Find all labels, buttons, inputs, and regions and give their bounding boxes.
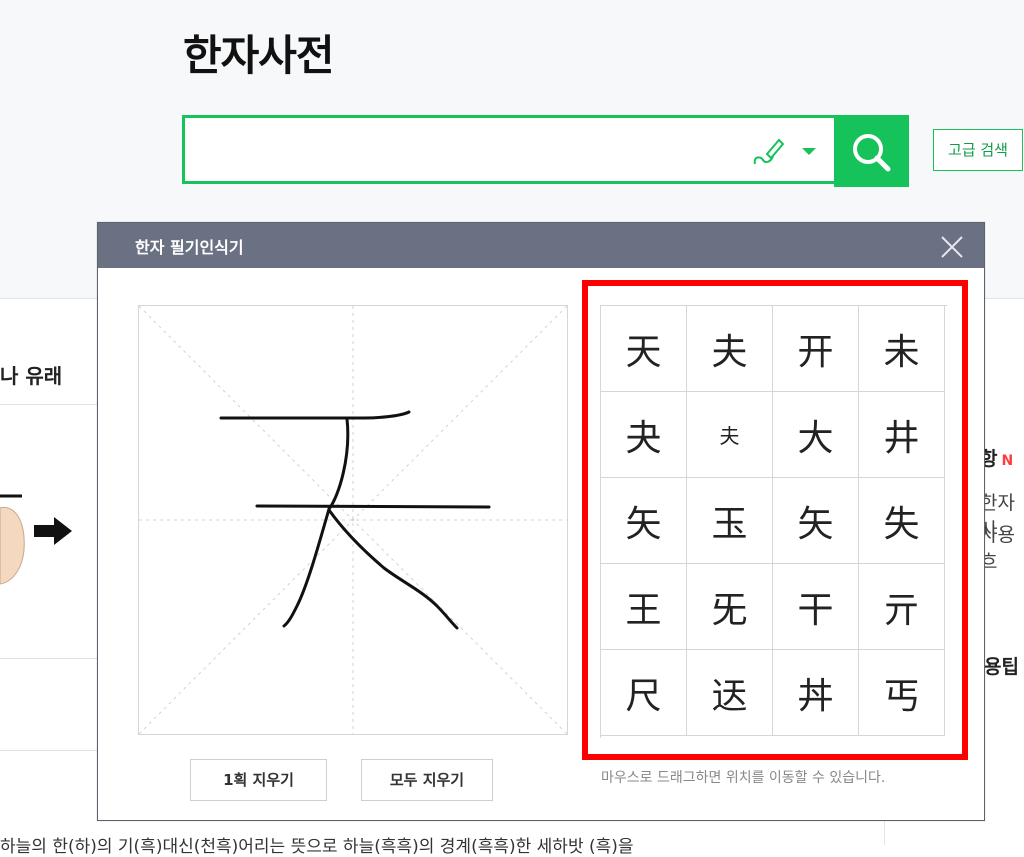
candidate-cell[interactable]: 亓 xyxy=(859,564,945,650)
erase-all-button[interactable]: 모두 지우기 xyxy=(361,759,493,801)
chevron-down-icon[interactable] xyxy=(802,148,816,155)
candidate-cell[interactable]: 迗 xyxy=(687,650,773,736)
dialog-title: 한자 필기인식기 xyxy=(135,238,244,257)
candidate-cell[interactable]: 大 xyxy=(773,392,859,478)
candidate-grid: 天 夫 开 未 夬 夫 大 井 矢 玉 矢 失 王 旡 干 亓 尺 迗 丼 丐 xyxy=(600,305,947,738)
search-box[interactable] xyxy=(182,115,834,184)
candidate-cell[interactable]: 矢 xyxy=(773,478,859,564)
dialog-header[interactable]: 한자 필기인식기 xyxy=(98,223,984,268)
candidate-cell[interactable]: 夬 xyxy=(601,392,687,478)
handwriting-canvas[interactable] xyxy=(138,305,568,735)
sidebar-text: 사용흐 xyxy=(980,524,1015,573)
candidate-cell[interactable]: 开 xyxy=(773,306,859,392)
candidate-cell[interactable]: 天 xyxy=(601,306,687,392)
handwriting-pen-icon[interactable] xyxy=(751,134,787,168)
erase-stroke-button[interactable]: 1획 지우기 xyxy=(190,759,327,801)
candidate-cell[interactable]: 丐 xyxy=(859,650,945,736)
candidate-cell[interactable]: 尺 xyxy=(601,650,687,736)
hand-illustration xyxy=(0,490,30,585)
candidate-cell[interactable]: 井 xyxy=(859,392,945,478)
drag-hint: 마우스로 드래그하면 위치를 이동할 수 있습니다. xyxy=(601,770,886,786)
candidate-cell[interactable]: 旡 xyxy=(687,564,773,650)
search-icon xyxy=(853,134,891,172)
sidebar-item-tips[interactable]: 용팁 xyxy=(984,652,1019,679)
page-title: 한자사전 xyxy=(183,31,335,80)
candidate-cell[interactable]: 玉 xyxy=(687,478,773,564)
section-heading: 나 유래 xyxy=(0,364,63,388)
candidate-cell[interactable]: 王 xyxy=(601,564,687,650)
candidate-cell[interactable]: 丼 xyxy=(773,650,859,736)
candidate-cell[interactable]: 失 xyxy=(859,478,945,564)
search-button[interactable] xyxy=(834,115,909,187)
candidate-cell[interactable]: 干 xyxy=(773,564,859,650)
advanced-search-button[interactable]: 고급 검색 xyxy=(933,129,1023,171)
handwriting-dialog[interactable]: 한자 필기인식기 1획 지우기 모두 지우기 天 夫 开 未 夬 夫 大 井 矢… xyxy=(97,222,985,821)
new-badge: N xyxy=(1001,453,1014,469)
search-input[interactable] xyxy=(197,132,741,170)
candidate-cell[interactable]: 夫 xyxy=(687,306,773,392)
arrow-right-icon xyxy=(34,515,74,551)
candidate-cell[interactable]: 夫 xyxy=(687,392,773,478)
candidate-cell[interactable]: 未 xyxy=(859,306,945,392)
candidate-cell[interactable]: 矢 xyxy=(601,478,687,564)
close-icon[interactable] xyxy=(939,234,965,260)
